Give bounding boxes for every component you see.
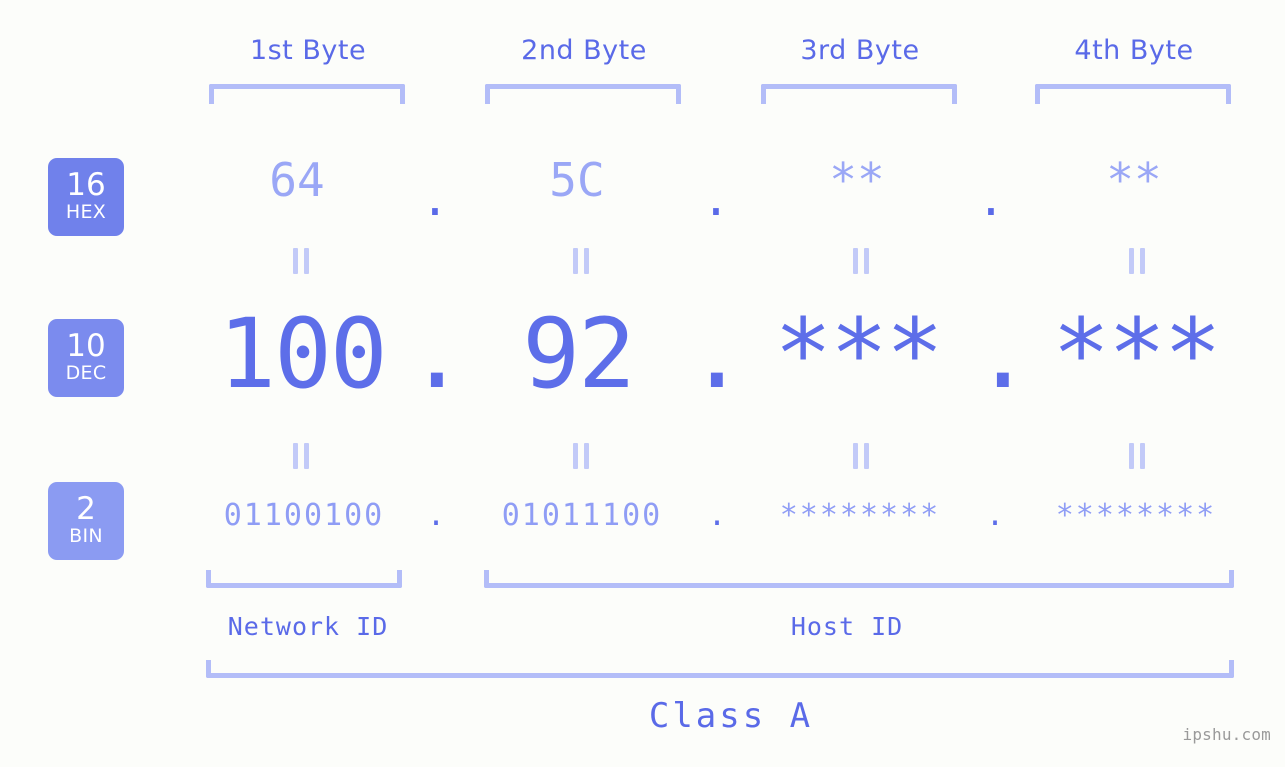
radix-badge-dec[interactable]: 10 DEC (48, 319, 124, 397)
equals-mark-icon (570, 248, 592, 274)
host-id-label: Host ID (790, 612, 904, 641)
byte-bracket-3 (761, 84, 957, 104)
radix-badge-bin-name: BIN (69, 525, 103, 547)
network-id-bracket (206, 570, 402, 588)
equals-mark-icon (290, 443, 312, 469)
radix-badge-hex-name: HEX (65, 201, 107, 223)
hex-byte-4: ** (1106, 153, 1162, 207)
radix-badge-bin[interactable]: 2 BIN (48, 482, 124, 560)
dec-byte-3: *** (774, 298, 943, 410)
hex-byte-2: 5C (549, 153, 605, 207)
hex-byte-1: 64 (269, 153, 325, 207)
byte-header-4: 4th Byte (1074, 35, 1194, 66)
radix-badge-dec-number: 10 (66, 328, 106, 364)
equals-mark-icon (1126, 248, 1148, 274)
bin-byte-2: 01011100 (501, 498, 663, 533)
bin-byte-3: ******** (779, 498, 941, 533)
class-label: Class A (648, 696, 814, 736)
radix-badge-dec-name: DEC (65, 362, 107, 384)
dec-separator-1: . (408, 298, 466, 410)
dec-byte-4: *** (1052, 298, 1221, 410)
network-id-label: Network ID (227, 612, 389, 641)
byte-header-1: 1st Byte (249, 35, 367, 66)
hex-separator-3: . (977, 172, 1005, 226)
ip-address-breakdown-diagram: 1st Byte 2nd Byte 3rd Byte 4th Byte 16 H… (0, 0, 1285, 767)
radix-badge-bin-number: 2 (76, 491, 96, 527)
class-bracket (206, 660, 1234, 678)
bin-separator-1: . (426, 498, 446, 533)
hex-separator-2: . (702, 172, 730, 226)
host-id-bracket (484, 570, 1234, 588)
hex-byte-3: ** (829, 153, 885, 207)
radix-badge-hex[interactable]: 16 HEX (48, 158, 124, 236)
equals-mark-icon (570, 443, 592, 469)
hex-separator-1: . (421, 172, 449, 226)
byte-bracket-2 (485, 84, 681, 104)
watermark: ipshu.com (1182, 725, 1271, 744)
equals-mark-icon (290, 248, 312, 274)
equals-mark-icon (1126, 443, 1148, 469)
byte-bracket-4 (1035, 84, 1231, 104)
bin-separator-3: . (985, 498, 1005, 533)
equals-mark-icon (850, 248, 872, 274)
byte-bracket-1 (209, 84, 405, 104)
dec-byte-1: 100 (218, 298, 387, 410)
bin-separator-2: . (707, 498, 727, 533)
radix-badge-hex-number: 16 (66, 167, 106, 203)
dec-byte-2: 92 (522, 298, 636, 410)
byte-header-2: 2nd Byte (521, 35, 647, 66)
equals-mark-icon (850, 443, 872, 469)
dec-separator-2: . (688, 298, 746, 410)
bin-byte-1: 01100100 (223, 498, 385, 533)
bin-byte-4: ******** (1055, 498, 1217, 533)
dec-separator-3: . (974, 298, 1032, 410)
byte-header-3: 3rd Byte (800, 35, 920, 66)
